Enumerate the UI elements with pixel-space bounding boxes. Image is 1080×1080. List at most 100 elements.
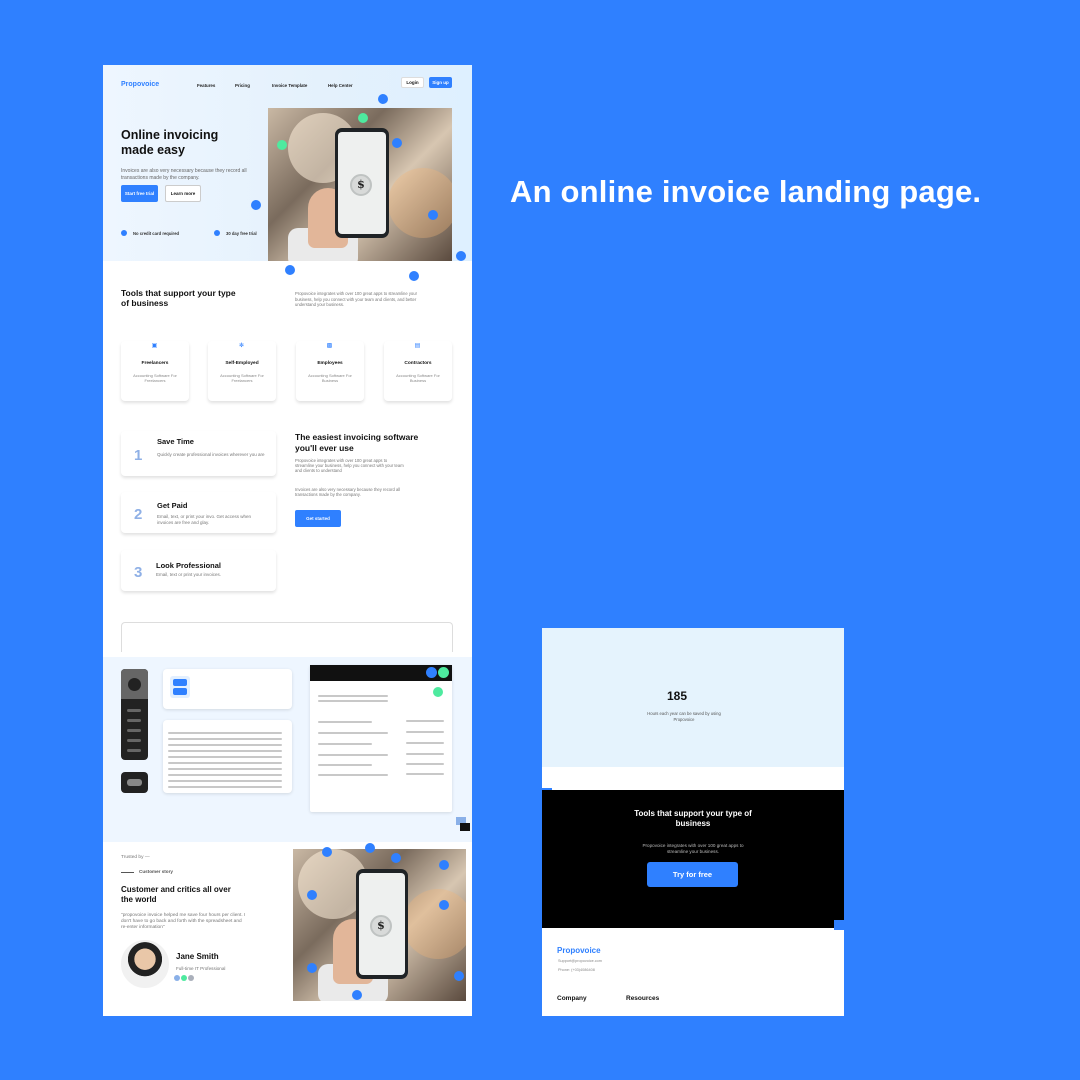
card-desc: Accounting Software For Business: [396, 373, 440, 383]
footer-company[interactable]: Company: [557, 995, 587, 1002]
footer-email[interactable]: Support@propovoice.com: [558, 959, 602, 963]
marker-dot: [439, 900, 449, 910]
tools-description: Propovoice integrates with over 100 grea…: [295, 291, 417, 307]
nav-invoice-template[interactable]: Invoice Template: [272, 83, 307, 88]
footer-phone: Phone: (+03)4086408: [558, 968, 595, 972]
marker-dot: [307, 890, 317, 900]
signup-button[interactable]: Sign up: [429, 77, 452, 88]
invoice-tile: [310, 665, 452, 812]
trusted-by-label: Trusted by —: [121, 855, 150, 860]
testimonial-title: Customer and critics all over the world: [121, 885, 231, 904]
reviewer-role: Full-time IT Professional: [176, 966, 226, 971]
step-look-professional: 3 Look Professional Email, text or print…: [121, 550, 276, 591]
hero-title: Online invoicing made easy: [121, 128, 219, 157]
free-trial-text: 30 day free trial: [226, 231, 257, 236]
dollar-icon: $: [370, 915, 392, 937]
cta-subtitle: Propovoice integrates with over 100 grea…: [642, 843, 744, 854]
marker-dot: [409, 271, 419, 281]
easiest-desc-2: Invoices are also very necessary because…: [295, 487, 401, 498]
step-desc: Email, text, or print your invo. Get acc…: [157, 514, 252, 525]
login-button[interactable]: Login: [401, 77, 424, 88]
gear-icon: ✻: [238, 343, 245, 349]
card-desc: Accounting Software For Freelancers: [220, 373, 264, 383]
marker-dot: [322, 847, 332, 857]
corner-block: [834, 920, 844, 930]
easiest-title: The easiest invoicing software you'll ev…: [295, 432, 419, 453]
stat-number: 185: [666, 689, 688, 703]
nav-pricing[interactable]: Pricing: [235, 83, 250, 88]
square-icon: ▩: [326, 343, 333, 349]
try-for-free-button[interactable]: Try for free: [647, 862, 738, 887]
step-number: 2: [134, 506, 143, 523]
start-free-trial-button[interactable]: Start free trial: [121, 185, 158, 202]
social-dot[interactable]: [188, 975, 194, 981]
marker-dot: [391, 853, 401, 863]
marker-dot: [454, 971, 464, 981]
landing-page-mockup-2: 185 Hours each year can be saved by usin…: [542, 628, 844, 1016]
card-desc: Accounting Software For Freelancers: [133, 373, 177, 383]
hero-description: Invoices are also very necessary because…: [121, 168, 247, 181]
trash-icon: ▣: [151, 343, 158, 349]
card-self-employed[interactable]: ✻ Self-Employed Accounting Software For …: [208, 341, 276, 401]
marker-dot: [285, 265, 295, 275]
testimonial-phone-photo: $: [293, 849, 466, 1001]
cta-title: Tools that support your type of business: [634, 809, 752, 828]
step-title: Look Professional: [156, 561, 222, 570]
customer-story-label: Customer story: [139, 869, 173, 874]
marker-dot: [358, 113, 368, 123]
testimonial-quote: "propovoice invoice helped me save four …: [121, 913, 246, 930]
label-rule: [121, 872, 134, 873]
learn-more-button[interactable]: Learn more: [165, 185, 201, 202]
step-desc: Quickly create professional invoices whe…: [157, 452, 265, 457]
brand-logo[interactable]: Propovoice: [121, 81, 159, 88]
briefcase-icon: ▤: [414, 343, 421, 349]
nav-help-center[interactable]: Help Center: [328, 83, 353, 88]
get-started-button[interactable]: Get started: [295, 510, 341, 527]
marker-dot: [307, 963, 317, 973]
social-dot[interactable]: [181, 975, 187, 981]
card-employees[interactable]: ▩ Employees Accounting Software For Busi…: [296, 341, 364, 401]
hero-phone-photo: $: [268, 108, 452, 261]
stat-description: Hours each year can be saved by using Pr…: [647, 711, 721, 722]
step-title: Save Time: [157, 437, 194, 446]
reviewer-name: Jane Smith: [176, 952, 219, 961]
marker-dot: [433, 687, 443, 697]
marker-dot: [426, 667, 437, 678]
card-title: Self-Employed: [225, 361, 259, 366]
card-freelancers[interactable]: ▣ Freelancers Accounting Software For Fr…: [121, 341, 189, 401]
headline: An online invoice landing page.: [510, 174, 982, 209]
step-number: 3: [134, 564, 143, 581]
marker-dot: [378, 94, 388, 104]
footer-brand[interactable]: Propovoice: [557, 946, 601, 955]
card-desc: Accounting Software For Business: [308, 373, 352, 383]
step-get-paid: 2 Get Paid Email, text, or print your in…: [121, 492, 276, 533]
card-title: Contractors: [404, 361, 432, 366]
nav-features[interactable]: Features: [197, 83, 215, 88]
social-dot[interactable]: [174, 975, 180, 981]
marker-dot: [365, 843, 375, 853]
marker-dot: [439, 860, 449, 870]
avatar: [119, 938, 171, 990]
footer-resources[interactable]: Resources: [626, 995, 659, 1002]
easiest-desc-1: Propovoice integrates with over 100 grea…: [295, 458, 404, 474]
card-title: Freelancers: [141, 361, 169, 366]
list-tile: [163, 720, 292, 793]
card-contractors[interactable]: ▤ Contractors Accounting Software For Bu…: [384, 341, 452, 401]
marker-dot: [251, 200, 261, 210]
marker-dot: [277, 140, 287, 150]
card-title: Employees: [317, 361, 343, 366]
marker-dot: [352, 990, 362, 1000]
dollar-icon: $: [350, 174, 372, 196]
marker-dot: [428, 210, 438, 220]
remote-widget: [121, 669, 148, 760]
marker-dot: [392, 138, 402, 148]
step-save-time: 1 Save Time Quickly create professional …: [121, 431, 276, 476]
check-icon: [214, 230, 220, 236]
step-number: 1: [134, 447, 143, 464]
marker-dot: [456, 251, 466, 261]
check-icon: [121, 230, 127, 236]
landing-page-mockup: Propovoice Features Pricing Invoice Temp…: [103, 65, 472, 1016]
summary-tile: [163, 669, 292, 709]
no-credit-card-text: No credit card required: [133, 231, 180, 236]
section-divider: [121, 622, 453, 652]
